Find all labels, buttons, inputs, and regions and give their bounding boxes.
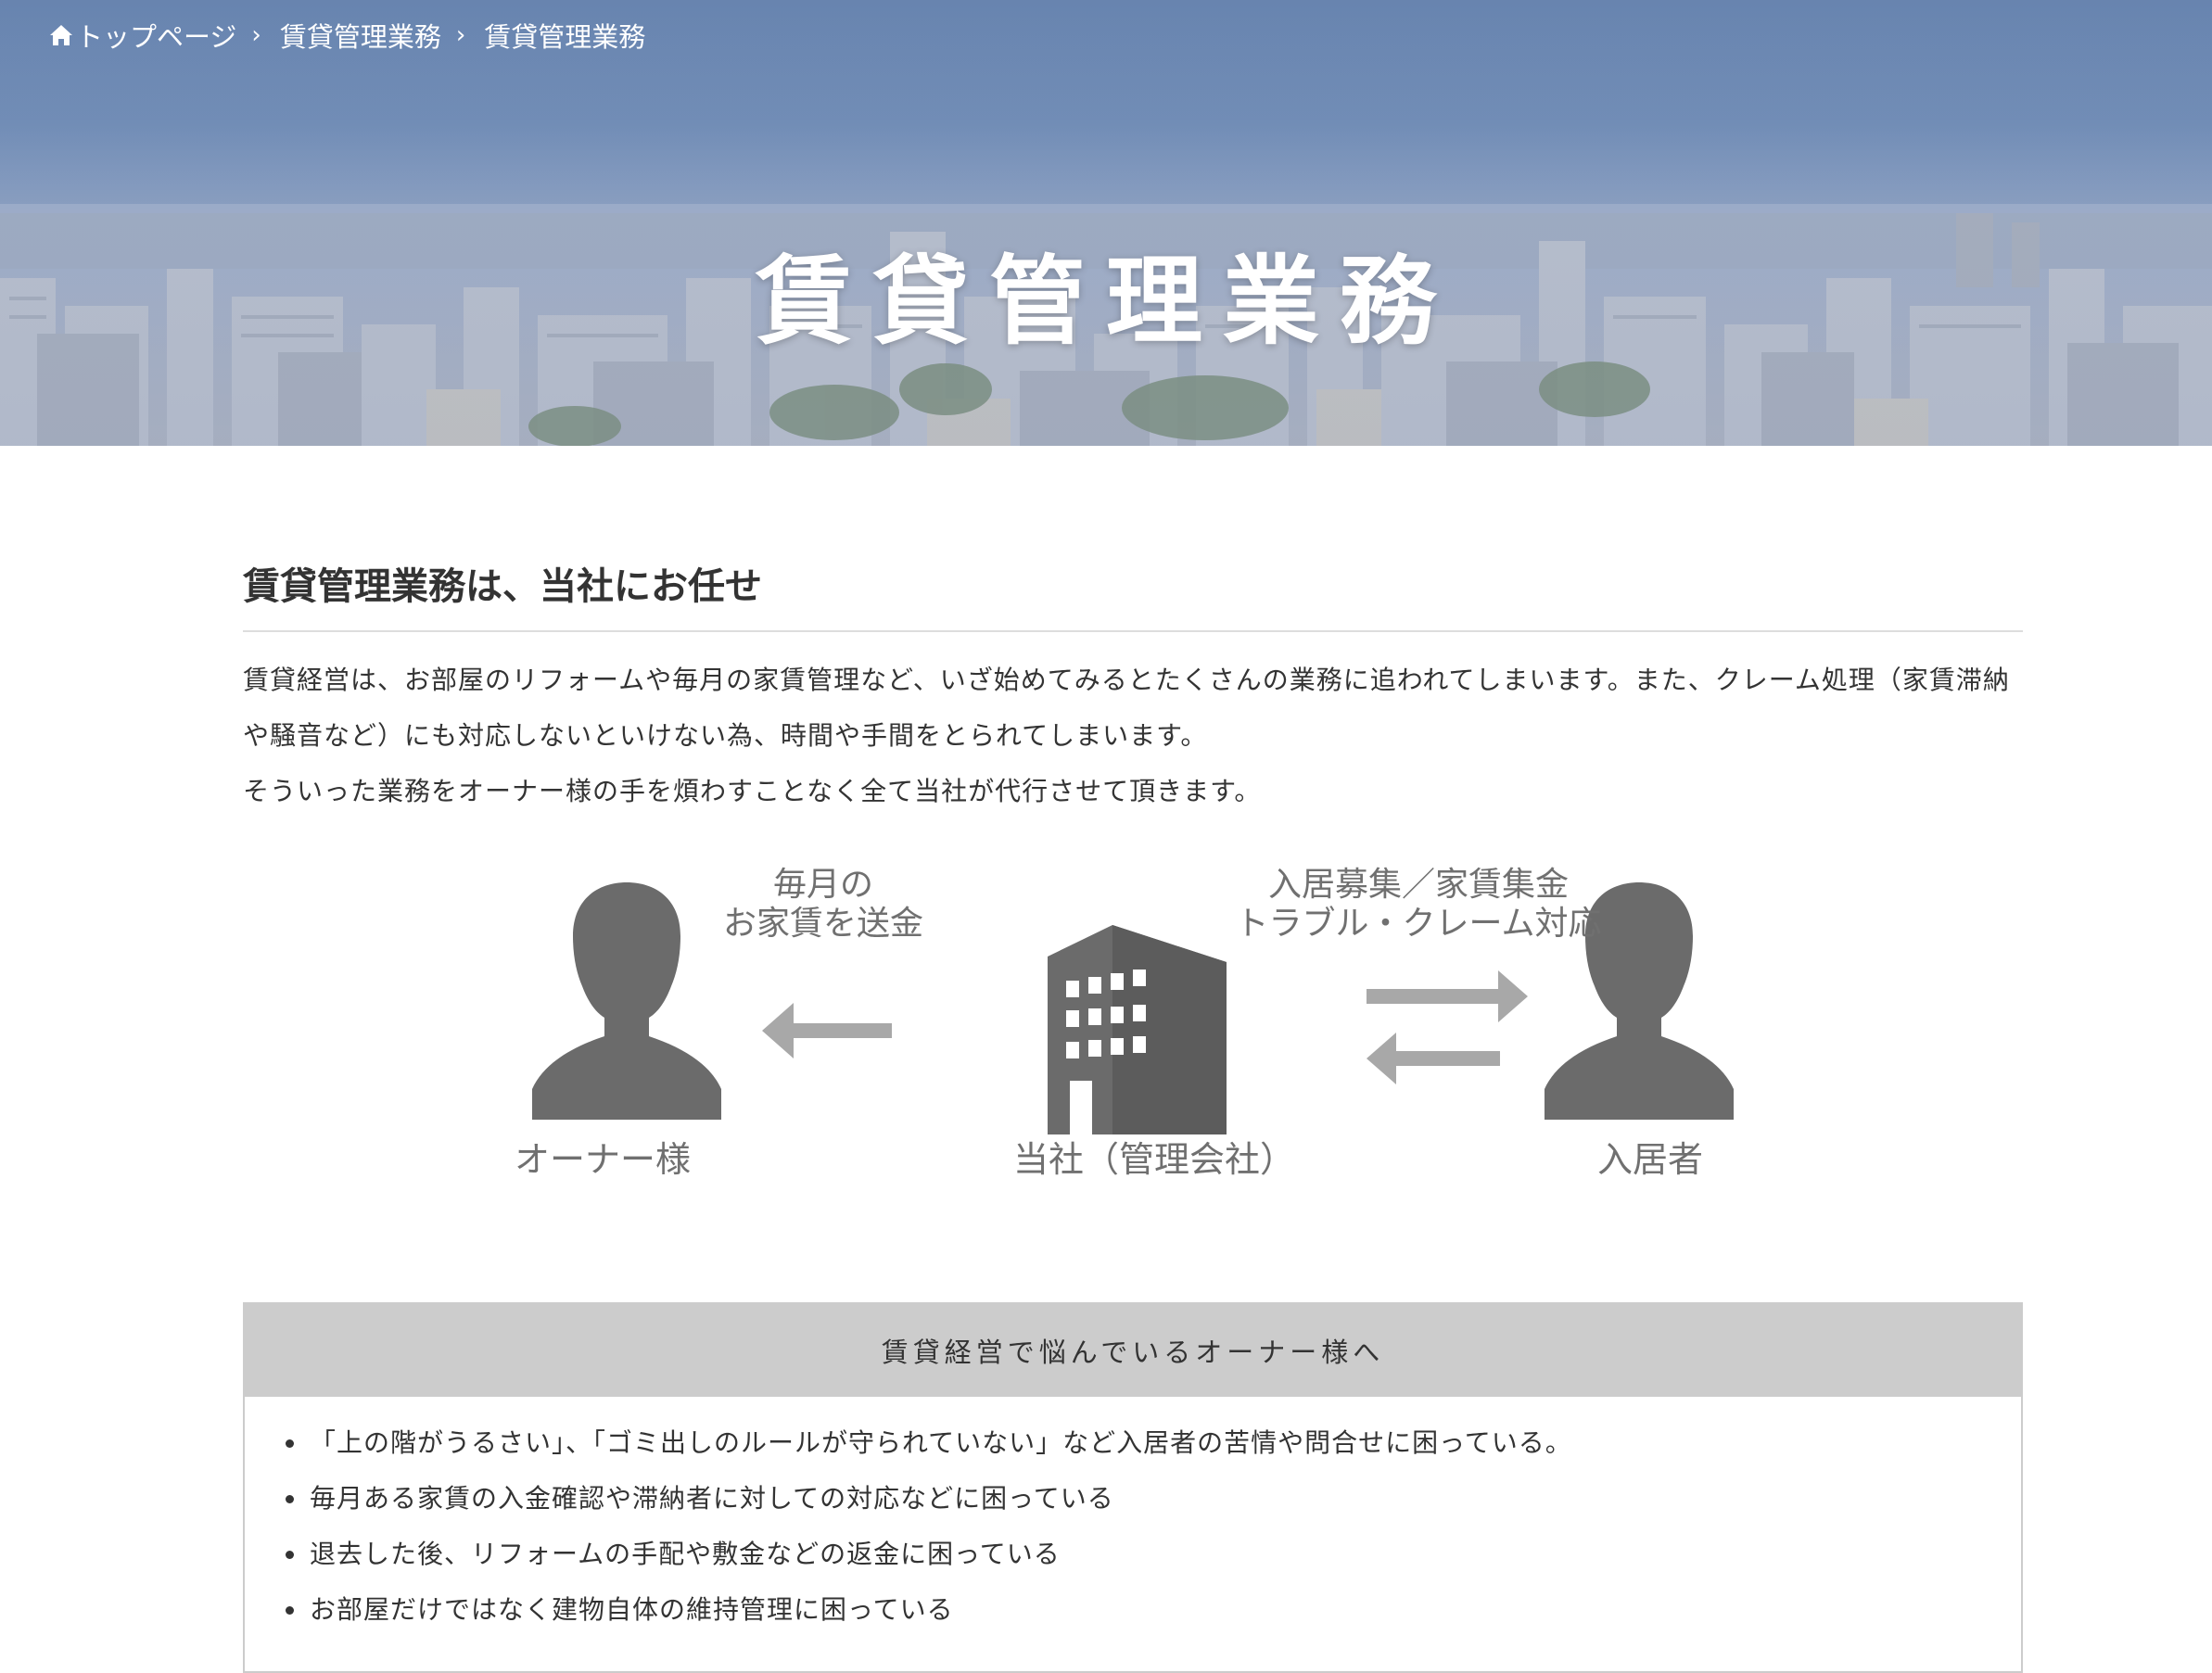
owner-person-icon xyxy=(532,882,721,1120)
main-content: 賃貸管理業務は、当社にお任せ 賃貸経営は、お部屋のリフォームや毎月の家賃管理など… xyxy=(243,556,2023,819)
services-caption: 入居募集／家賃集金 トラブル・クレーム対応 xyxy=(1235,866,1602,943)
breadcrumb-home-link[interactable]: トップページ xyxy=(76,16,236,55)
breadcrumb-separator: › xyxy=(455,21,466,49)
arrow-left-icon xyxy=(762,1003,892,1058)
list-item: 退去した後、リフォームの手配や敷金などの返金に困っている xyxy=(308,1527,2021,1582)
concerns-header: 賃貸経営で悩んでいるオーナー様へ xyxy=(245,1304,2021,1397)
tenant-label: 入居者 xyxy=(1596,1139,1703,1180)
breadcrumb: トップページ › 賃貸管理業務 › 賃貸管理業務 xyxy=(48,17,645,54)
page-title: 賃貸管理業務 xyxy=(755,244,1456,358)
owner-label: オーナー様 xyxy=(514,1139,691,1180)
hero-banner: トップページ › 賃貸管理業務 › 賃貸管理業務 賃貸管理業務 xyxy=(0,0,2212,446)
list-item: 毎月ある家賃の入金確認や滞納者に対しての対応などに困っている xyxy=(308,1471,2021,1527)
breadcrumb-item-rental-management[interactable]: 賃貸管理業務 xyxy=(280,16,441,55)
list-item: 「上の階がうるさい」、「ゴミ出しのルールが守られていない」など入居者の苦情や問合… xyxy=(308,1415,2021,1471)
list-item: お部屋だけではなく建物自体の維持管理に困っている xyxy=(308,1582,2021,1638)
home-icon[interactable] xyxy=(48,23,74,47)
breadcrumb-separator: › xyxy=(251,21,261,49)
intro-paragraph: 賃貸経営は、お部屋のリフォームや毎月の家賃管理など、いざ始めてみるとたくさんの業… xyxy=(243,665,2010,751)
breadcrumb-current: 賃貸管理業務 xyxy=(484,21,646,53)
concerns-list: 「上の階がうるさい」、「ゴミ出しのルールが守られていない」など入居者の苦情や問合… xyxy=(245,1397,2021,1638)
management-flow-diagram: 毎月の お家賃を送金 入居募集／家賃集金 トラブル・クレーム対応 オーナー様 当… xyxy=(501,866,1761,1214)
company-label: 当社（管理会社） xyxy=(1012,1139,1295,1180)
exchange-arrows-icon xyxy=(1367,970,1528,1084)
intro-text: 賃貸経営は、お部屋のリフォームや毎月の家賃管理など、いざ始めてみるとたくさんの業… xyxy=(243,653,2023,819)
section-heading: 賃貸管理業務は、当社にお任せ xyxy=(243,556,2023,632)
intro-paragraph: そういった業務をオーナー様の手を煩わすことなく全て当社が代行させて頂きます。 xyxy=(243,776,1262,806)
building-icon xyxy=(1048,925,1227,1134)
owner-concerns-box: 賃貸経営で悩んでいるオーナー様へ 「上の階がうるさい」、「ゴミ出しのルールが守ら… xyxy=(243,1302,2023,1673)
rent-transfer-caption: 毎月の お家賃を送金 xyxy=(722,866,923,943)
